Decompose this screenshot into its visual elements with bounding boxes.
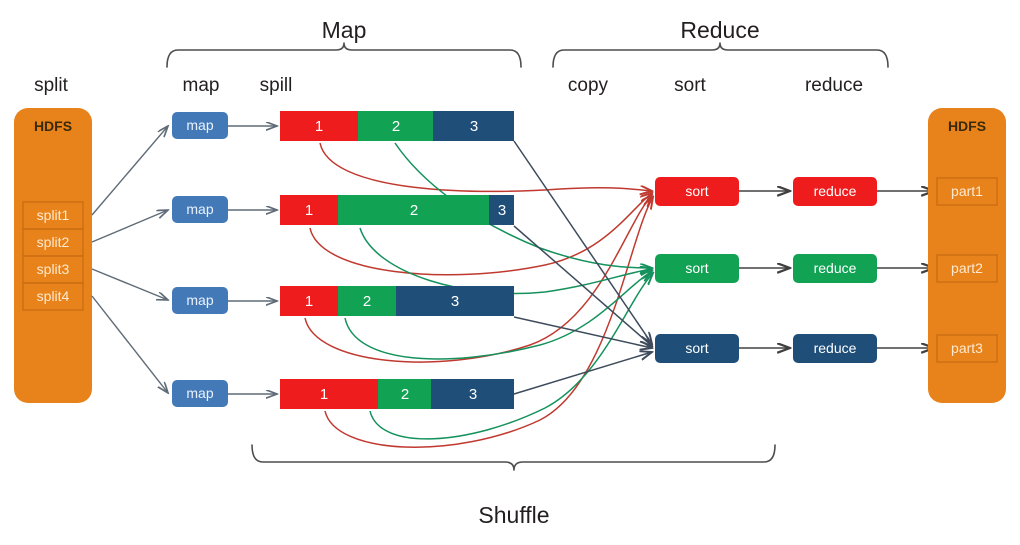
column-label-map: map: [183, 75, 220, 96]
spill-bar[interactable]: 1 2 3: [280, 286, 514, 316]
sorter-node[interactable]: sort: [655, 177, 739, 206]
output-hdfs-title: HDFS: [948, 118, 986, 134]
input-hdfs-store[interactable]: HDFS split1 split2 split3 split4: [14, 108, 92, 403]
mapper-node[interactable]: map: [172, 380, 228, 407]
part-item-label: part1: [951, 183, 983, 199]
split-item-label: split3: [37, 261, 70, 277]
mapper-node[interactable]: map: [172, 196, 228, 223]
bracket-map: [166, 42, 522, 68]
edge-split3-to-map3: [91, 268, 168, 300]
reducer-label: reduce: [814, 260, 857, 276]
sorter-label: sort: [685, 183, 708, 199]
reducer-node[interactable]: reduce: [793, 177, 877, 206]
diagram-canvas: Map Reduce split map spill copy sort red…: [14, 17, 1006, 528]
spill-bar[interactable]: 1 2 3: [280, 195, 514, 225]
mapper-label: map: [186, 201, 213, 217]
reducer-label: reduce: [814, 183, 857, 199]
mapreduce-diagram: Map Reduce split map spill copy sort red…: [0, 0, 1020, 545]
mapper-label: map: [186, 385, 213, 401]
column-label-copy: copy: [568, 75, 609, 96]
part-item-label: part3: [951, 340, 983, 356]
stage-title-reduce: Reduce: [680, 17, 759, 43]
reducer-node[interactable]: reduce: [793, 334, 877, 363]
edge-split4-to-map4: [91, 295, 168, 393]
spill-segment-label: 1: [305, 293, 313, 310]
sorter-label: sort: [685, 260, 708, 276]
spill-segment-label: 3: [469, 386, 477, 403]
spill-bar[interactable]: 1 2 3: [280, 111, 514, 141]
column-label-sort: sort: [674, 75, 706, 96]
stage-title-map: Map: [322, 17, 367, 43]
sorter-label: sort: [685, 340, 708, 356]
bracket-reduce: [552, 42, 889, 68]
edge-split2-to-map2: [91, 210, 168, 243]
spill-segment-label: 1: [320, 386, 328, 403]
bracket-shuffle: [251, 444, 776, 471]
shuffle-edge-blue-2: [513, 225, 652, 346]
mapper-label: map: [186, 292, 213, 308]
split-item-label: split2: [37, 234, 70, 250]
reducer-node[interactable]: reduce: [793, 254, 877, 283]
split-item-label: split4: [37, 288, 70, 304]
spill-segment-label: 3: [498, 202, 506, 219]
shuffle-edge-blue-1: [513, 140, 652, 344]
column-label-spill: spill: [260, 75, 293, 96]
spill-segment-label: 2: [363, 293, 371, 310]
column-label-reduce: reduce: [805, 75, 863, 96]
shuffle-edge-blue-4: [513, 352, 652, 395]
input-hdfs-title: HDFS: [34, 118, 72, 134]
sorter-node[interactable]: sort: [655, 254, 739, 283]
spill-bar[interactable]: 1 2 3: [280, 379, 514, 409]
spill-segment-label: 2: [401, 386, 409, 403]
shuffle-edge-green-2: [359, 227, 652, 295]
stage-title-shuffle: Shuffle: [478, 502, 549, 528]
mapper-node[interactable]: map: [172, 112, 228, 139]
spill-segment-label: 3: [451, 293, 459, 310]
part-item-label: part2: [951, 260, 983, 276]
sorter-node[interactable]: sort: [655, 334, 739, 363]
mapper-label: map: [186, 117, 213, 133]
spill-segment-label: 2: [392, 118, 400, 135]
shuffle-edge-red-1: [319, 142, 652, 191]
shuffle-edge-red-4: [324, 197, 653, 448]
spill-segment-label: 3: [470, 118, 478, 135]
spill-segment-label: 1: [315, 118, 323, 135]
spill-segment-label: 1: [305, 202, 313, 219]
column-label-split: split: [34, 75, 69, 96]
spill-segment-partition-1[interactable]: [280, 379, 378, 409]
output-hdfs-store[interactable]: HDFS part1 part2 part3: [928, 108, 1006, 403]
mapper-node[interactable]: map: [172, 287, 228, 314]
edge-split1-to-map1: [91, 126, 168, 216]
split-item-label: split1: [37, 207, 70, 223]
spill-segment-label: 2: [410, 202, 418, 219]
reducer-label: reduce: [814, 340, 857, 356]
